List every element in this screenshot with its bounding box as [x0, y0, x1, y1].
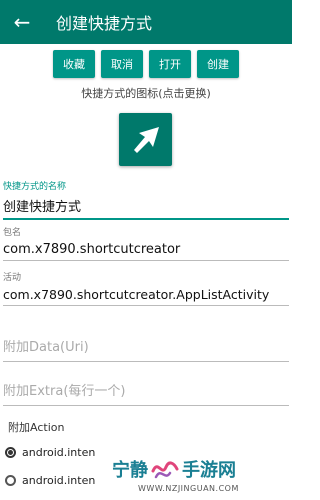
- shortcut-name-underline: [3, 218, 289, 220]
- shortcut-name-input[interactable]: 创建快捷方式: [3, 196, 289, 215]
- activity-label: 活动: [3, 273, 22, 283]
- shortcut-name-field[interactable]: 快捷方式的名称 创建快捷方式: [3, 179, 289, 220]
- data-uri-input[interactable]: 附加Data(Uri): [3, 336, 289, 355]
- activity-field[interactable]: 活动 com.x7890.shortcutcreator.AppListActi…: [3, 270, 289, 306]
- watermark: 宁静 手游网 WWW.NZJINGUAN.COM: [108, 452, 288, 498]
- watermark-text-right: 手游网: [182, 460, 236, 481]
- favorite-button[interactable]: 收藏: [53, 50, 95, 78]
- radio-dot: [8, 450, 13, 455]
- action-section-label: 附加Action: [8, 421, 65, 434]
- radio-button-unchecked[interactable]: [5, 475, 16, 486]
- create-button[interactable]: 创建: [197, 50, 239, 78]
- watermark-logo-icon: [151, 461, 179, 479]
- shortcut-icon-button[interactable]: [119, 113, 172, 166]
- watermark-text-left: 宁静: [112, 460, 148, 481]
- activity-underline: [3, 305, 289, 306]
- package-name-input[interactable]: com.x7890.shortcutcreator: [3, 242, 289, 257]
- extra-field[interactable]: 附加Extra(每行一个): [3, 380, 289, 406]
- action-option-1-text: android.inten: [22, 446, 96, 459]
- action-button-row: 收藏 取消 打开 创建: [0, 50, 292, 78]
- back-button[interactable]: ←: [0, 0, 44, 44]
- action-option-2-text: android.inten: [22, 474, 96, 487]
- app-bar: ← 创建快捷方式: [0, 0, 292, 44]
- open-button[interactable]: 打开: [149, 50, 191, 78]
- radio-button-checked[interactable]: [5, 447, 16, 458]
- data-uri-field[interactable]: 附加Data(Uri): [3, 336, 289, 362]
- cancel-button[interactable]: 取消: [101, 50, 143, 78]
- page-title: 创建快捷方式: [56, 14, 153, 33]
- shortcut-name-label: 快捷方式的名称: [3, 182, 67, 192]
- package-name-underline: [3, 260, 289, 261]
- icon-hint-text: 快捷方式的图标(点击更换): [81, 87, 211, 100]
- package-name-field[interactable]: 包名 com.x7890.shortcutcreator: [3, 225, 289, 261]
- extra-input[interactable]: 附加Extra(每行一个): [3, 380, 289, 399]
- extra-underline: [3, 405, 289, 406]
- action-option-2[interactable]: android.inten: [5, 474, 95, 487]
- watermark-url: WWW.NZJINGUAN.COM: [138, 484, 239, 493]
- arrow-left-icon: ←: [13, 10, 31, 34]
- package-name-label: 包名: [3, 228, 22, 238]
- action-option-1[interactable]: android.inten: [5, 446, 95, 459]
- arrow-up-right-icon: [133, 126, 159, 153]
- activity-input[interactable]: com.x7890.shortcutcreator.AppListActivit…: [3, 287, 289, 302]
- data-uri-underline: [3, 361, 289, 362]
